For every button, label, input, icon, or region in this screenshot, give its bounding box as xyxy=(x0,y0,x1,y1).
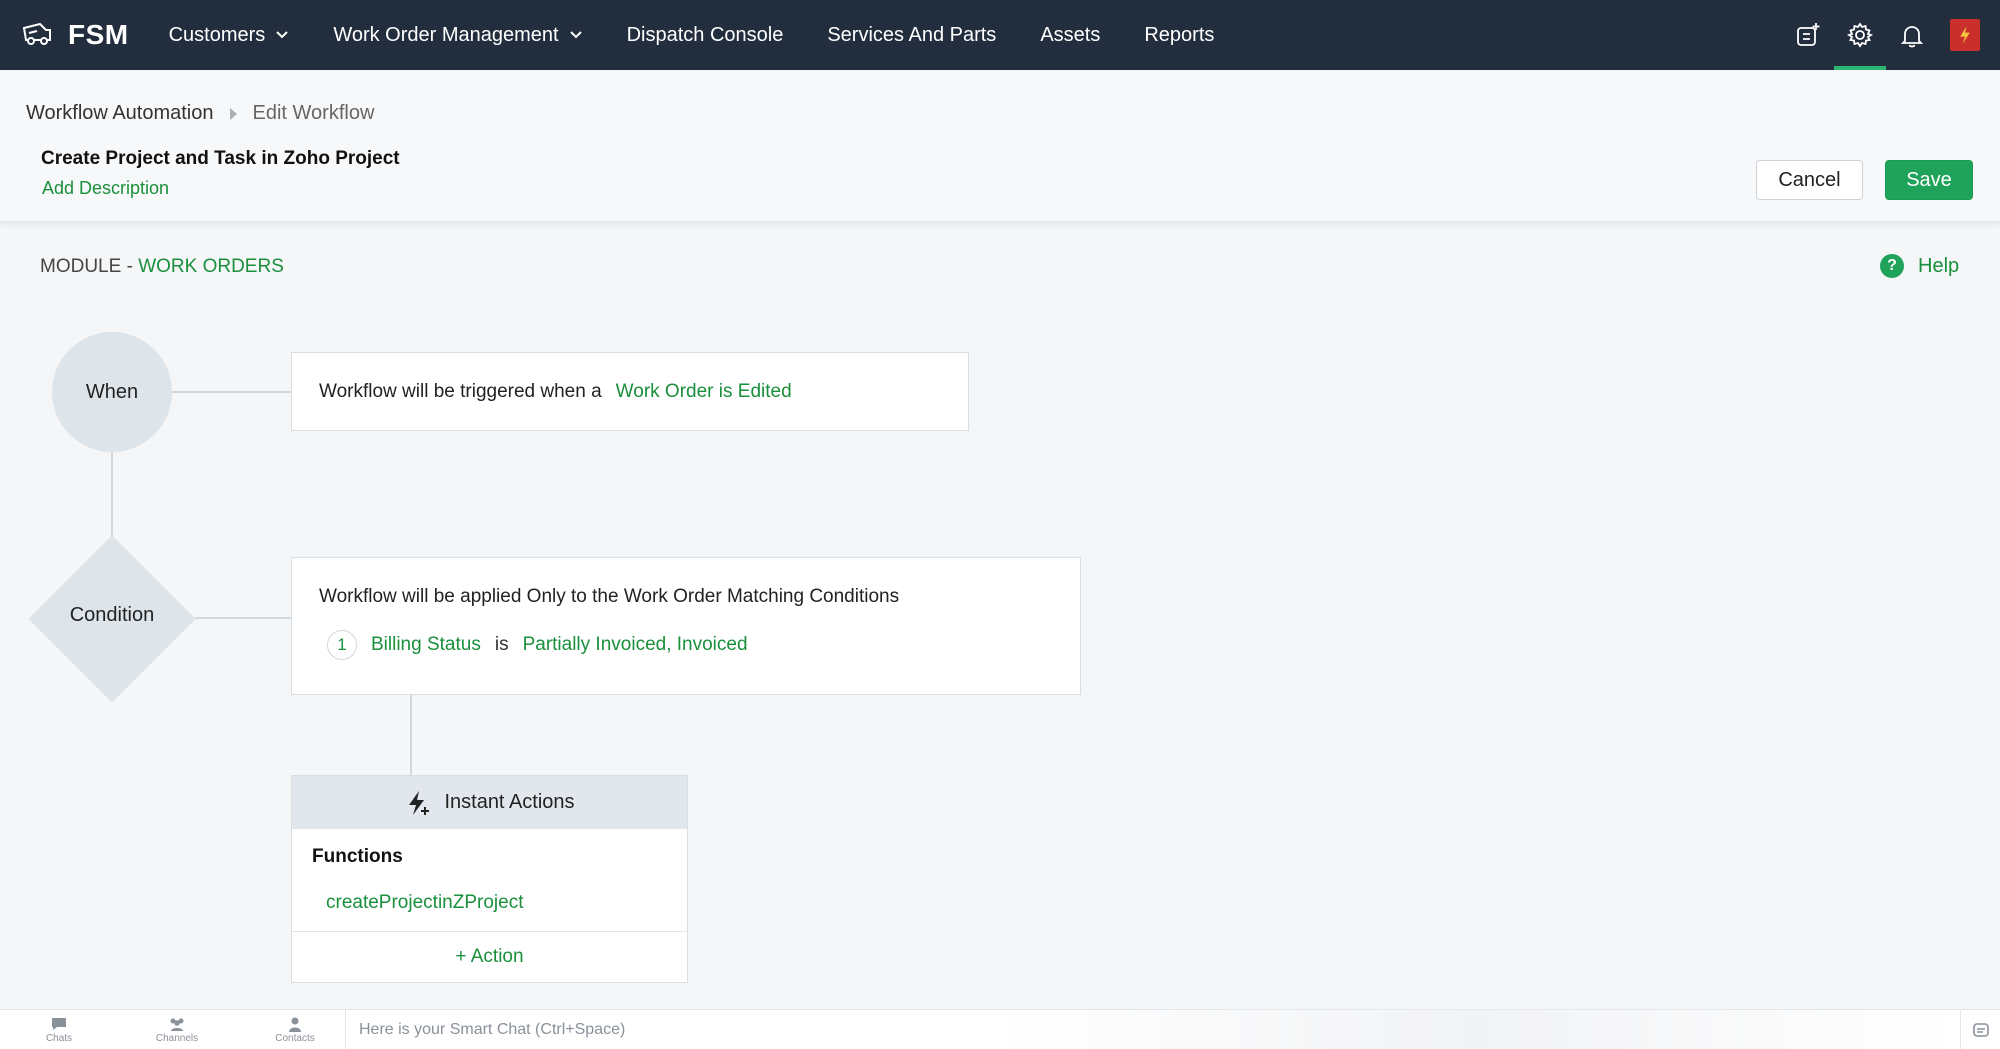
nav-right xyxy=(1782,0,2000,70)
contacts-label: Contacts xyxy=(275,1032,315,1044)
menu-work-order-management[interactable]: Work Order Management xyxy=(333,24,582,47)
when-label: When xyxy=(85,380,139,403)
chevron-down-icon xyxy=(569,31,582,39)
help-link[interactable]: ? Help xyxy=(1880,254,1959,278)
brand[interactable]: FSM xyxy=(20,0,129,70)
menu-reports[interactable]: Reports xyxy=(1144,24,1214,47)
breadcrumb-separator-icon xyxy=(229,107,237,120)
condition-label: Condition xyxy=(69,604,155,626)
module-prefix: MODULE - xyxy=(40,256,139,277)
channels-tab[interactable]: Channels xyxy=(118,1010,236,1049)
condition-value[interactable]: Partially Invoiced, Invoiced xyxy=(523,634,748,656)
chats-tab[interactable]: Chats xyxy=(0,1010,118,1049)
condition-index: 1 xyxy=(327,630,357,660)
brand-name: FSM xyxy=(68,19,129,50)
workflow-title: Create Project and Task in Zoho Project xyxy=(41,148,400,169)
chats-label: Chats xyxy=(45,1032,73,1044)
trigger-event-link[interactable]: Work Order is Edited xyxy=(616,381,792,402)
truck-logo-icon xyxy=(20,16,54,55)
breadcrumb-workflow-automation[interactable]: Workflow Automation xyxy=(26,102,214,125)
workflow-header: Workflow Automation Edit Workflow Create… xyxy=(0,70,2000,222)
lightning-plus-icon xyxy=(409,790,430,815)
contacts-tab[interactable]: Contacts xyxy=(236,1010,354,1049)
group-icon xyxy=(170,1018,184,1031)
instant-actions-title: Instant Actions xyxy=(444,791,575,813)
add-description-link[interactable]: Add Description xyxy=(42,178,169,199)
lightning-avatar-icon xyxy=(1960,26,1970,44)
chevron-down-icon xyxy=(276,31,289,39)
menu-label: Reports xyxy=(1144,23,1215,46)
settings-icon[interactable] xyxy=(1834,0,1886,70)
condition-row: 1 Billing Status is Partially Invoiced, … xyxy=(327,630,748,660)
breadcrumb-edit-workflow: Edit Workflow xyxy=(252,102,375,124)
person-icon xyxy=(289,1017,301,1032)
menu-label: Customers xyxy=(168,23,266,46)
connector-condition-actions xyxy=(410,695,412,775)
cancel-button[interactable]: Cancel xyxy=(1756,160,1863,200)
menu-dispatch-console[interactable]: Dispatch Console xyxy=(627,24,784,47)
condition-heading: Workflow will be applied Only to the Wor… xyxy=(319,586,900,607)
trigger-card[interactable]: Workflow will be triggered when a Work Or… xyxy=(291,352,969,431)
bottom-chat-bar: Chats Channels Contacts Here is your Sma… xyxy=(0,1009,2000,1049)
menu-assets[interactable]: Assets xyxy=(1040,24,1100,47)
module-name: WORK ORDERS xyxy=(138,256,284,277)
menu-label: Services And Parts xyxy=(827,23,997,46)
new-item-icon[interactable] xyxy=(1782,0,1834,70)
channels-label: Channels xyxy=(155,1032,199,1044)
menu-services-and-parts[interactable]: Services And Parts xyxy=(827,24,996,47)
main-menu: Customers Work Order Management Dispatch… xyxy=(169,0,1259,70)
functions-label: Functions xyxy=(312,846,403,867)
avatar[interactable] xyxy=(1950,19,1980,51)
condition-operator: is xyxy=(494,634,509,655)
help-icon: ? xyxy=(1880,254,1904,278)
condition-card[interactable]: Workflow will be applied Only to the Wor… xyxy=(291,557,1081,695)
connector-when-condition xyxy=(111,452,113,542)
breadcrumb: Workflow Automation Edit Workflow xyxy=(26,102,374,125)
when-node: When xyxy=(52,332,172,452)
trigger-text: Workflow will be triggered when a xyxy=(319,381,602,402)
function-link[interactable]: createProjectinZProject xyxy=(326,892,523,914)
connector-when-trigger xyxy=(172,391,291,393)
smart-chat-placeholder: Here is your Smart Chat (Ctrl+Space) xyxy=(359,1021,626,1038)
chat-bubble-icon xyxy=(52,1017,66,1030)
module-label: MODULE - WORK ORDERS xyxy=(40,256,284,278)
chat-window-icon[interactable] xyxy=(1960,1010,2000,1049)
menu-customers[interactable]: Customers xyxy=(169,24,290,47)
menu-label: Assets xyxy=(1040,23,1101,46)
connector-condition-card xyxy=(195,617,291,619)
condition-field[interactable]: Billing Status xyxy=(371,634,481,656)
instant-actions-header: Instant Actions xyxy=(292,776,687,829)
top-nav: FSM Customers Work Order Management Disp… xyxy=(0,0,2000,70)
instant-actions-card: Instant Actions Functions createProjecti… xyxy=(291,775,688,983)
add-action-button[interactable]: + Action xyxy=(292,932,687,982)
bell-icon[interactable] xyxy=(1886,0,1938,70)
trigger-description: Workflow will be triggered when a Work Or… xyxy=(319,381,792,403)
save-button[interactable]: Save xyxy=(1885,160,1973,200)
smart-chat-input[interactable]: Here is your Smart Chat (Ctrl+Space) xyxy=(345,1010,1960,1049)
menu-label: Work Order Management xyxy=(333,23,559,46)
help-label: Help xyxy=(1918,254,1960,277)
menu-label: Dispatch Console xyxy=(626,23,784,46)
